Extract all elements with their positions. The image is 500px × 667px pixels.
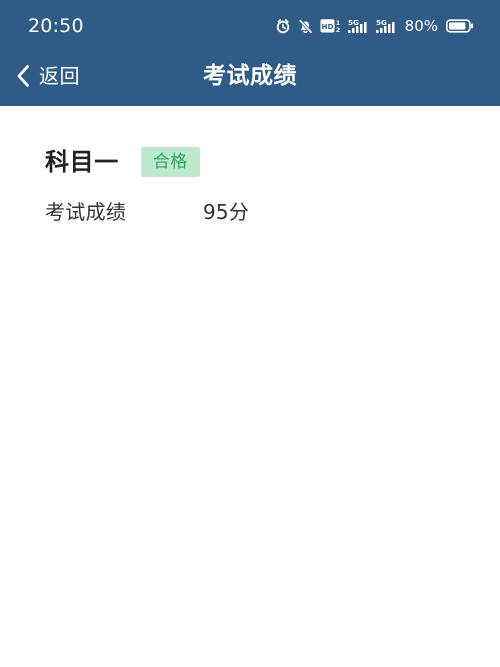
signal-5g-icon: 5G <box>347 18 369 35</box>
score-value: 95分 <box>203 200 250 224</box>
subject-title: 科目一 <box>45 148 119 176</box>
hd-icon: HD 1 2 <box>320 18 341 34</box>
score-label: 考试成绩 <box>45 200 127 224</box>
mute-bell-icon <box>297 18 314 35</box>
status-badge: 合格 <box>140 147 200 177</box>
hd-label: HD <box>321 22 333 31</box>
alarm-icon <box>275 18 291 34</box>
status-time: 20:50 <box>28 15 84 37</box>
battery-percent: 80% <box>404 17 438 35</box>
signal-5g-icon: 5G <box>375 18 397 35</box>
sim-number-two: 2 <box>335 26 339 34</box>
network-label-1: 5G <box>348 18 359 27</box>
subject-row: 科目一 合格 <box>45 147 200 177</box>
battery-icon <box>446 18 474 34</box>
status-bar: 20:50 HD 1 2 5G 5G 80% <box>0 0 500 54</box>
score-row: 考试成绩 95分 <box>45 200 305 224</box>
status-icons: HD 1 2 5G 5G 80% <box>275 14 474 38</box>
network-label-2: 5G <box>376 18 387 27</box>
app-header: 20:50 HD 1 2 5G 5G 80% 返回 考试成绩 <box>0 0 500 106</box>
exam-result-content: 科目一 合格 考试成绩 95分 <box>0 106 500 667</box>
navigation-bar: 返回 考试成绩 <box>0 54 500 106</box>
page-title: 考试成绩 <box>203 63 297 89</box>
